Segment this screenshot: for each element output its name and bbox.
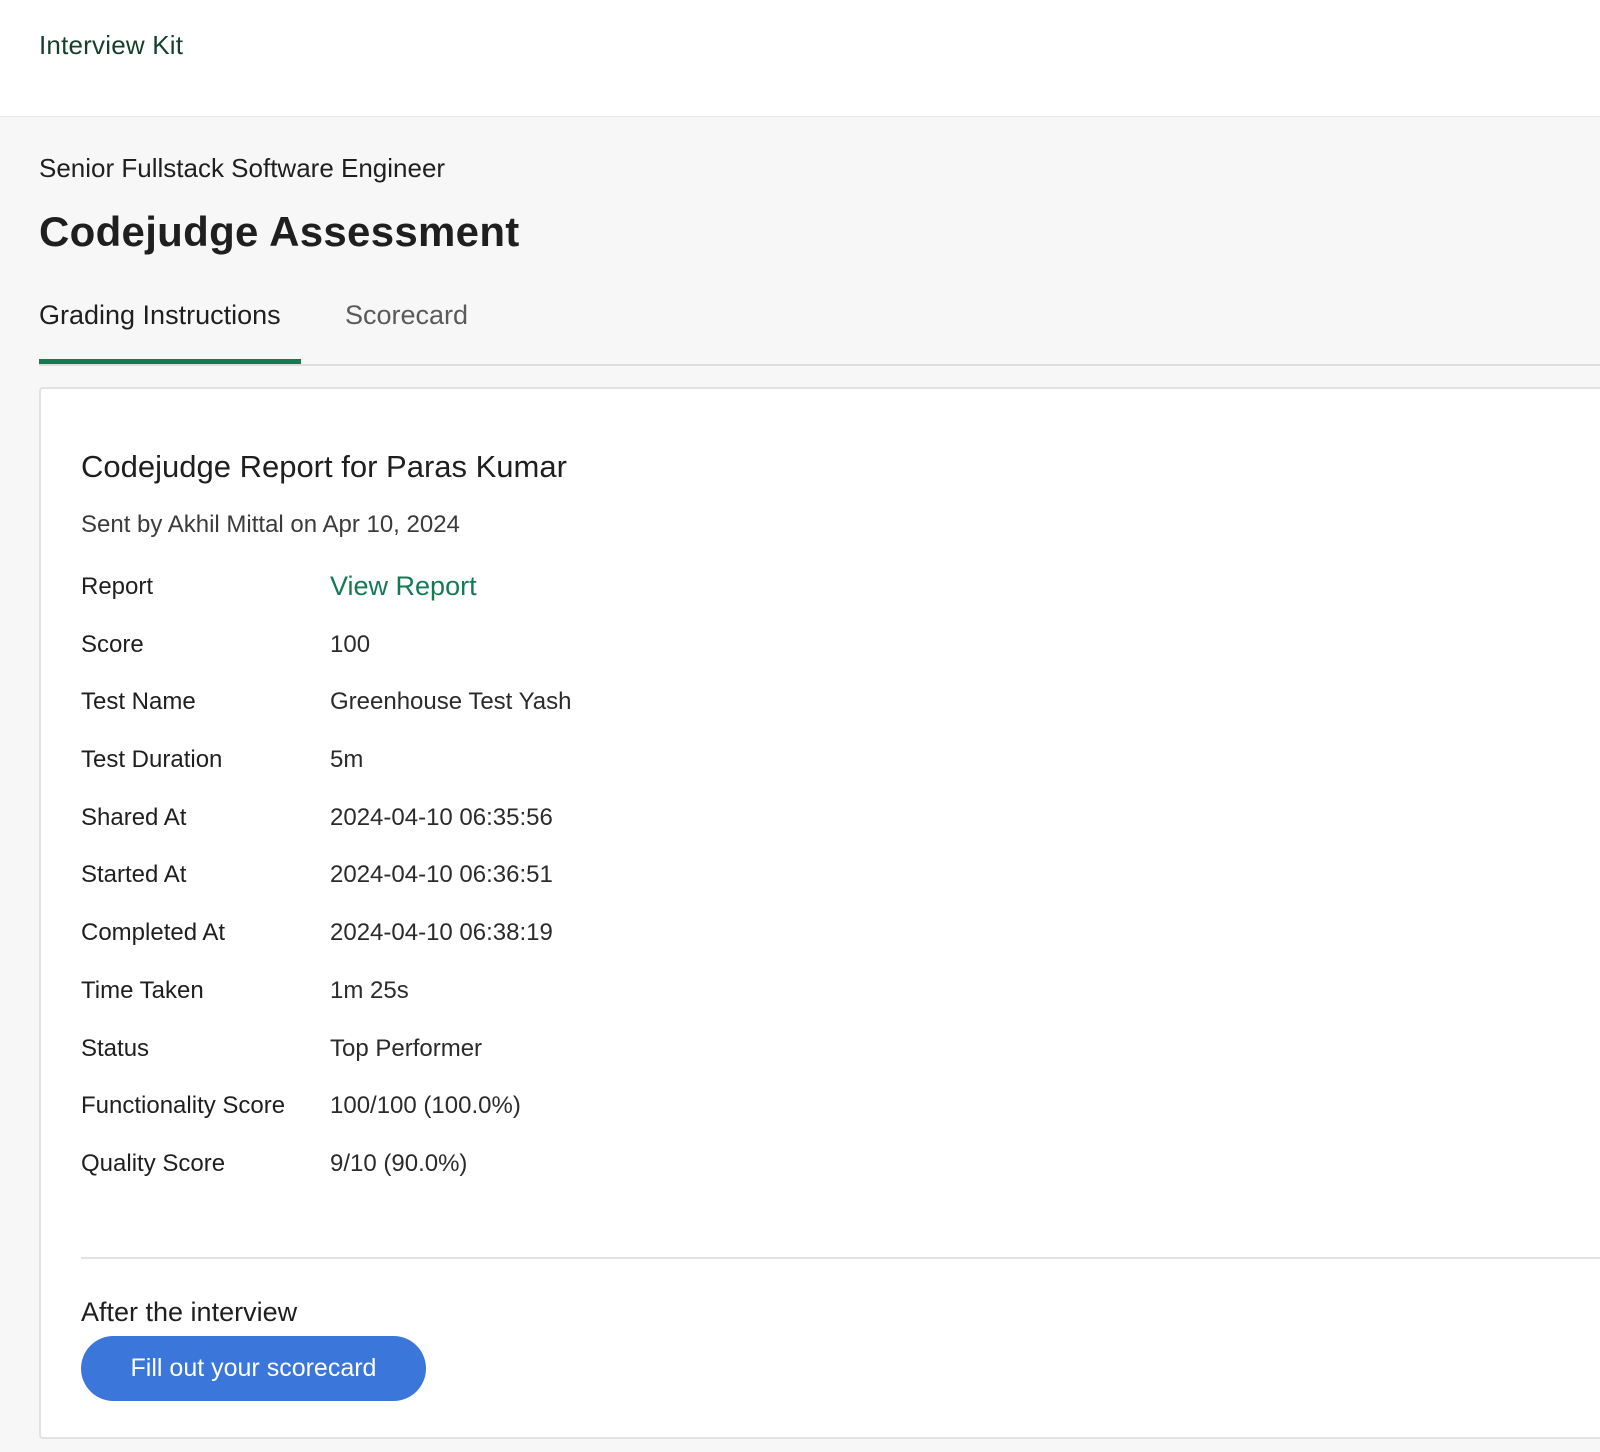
report-title: Codejudge Report for Paras Kumar (81, 449, 567, 484)
detail-row-test-name: Test Name Greenhouse Test Yash (81, 688, 781, 746)
detail-row-shared-at: Shared At 2024-04-10 06:35:56 (81, 804, 781, 862)
top-bar: Interview Kit (0, 0, 1600, 117)
detail-value: 2024-04-10 06:35:56 (330, 803, 553, 831)
detail-value: 100 (330, 630, 371, 658)
detail-label: Started At (81, 861, 187, 889)
detail-row-time-taken: Time Taken 1m 25s (81, 977, 781, 1035)
detail-value: 2024-04-10 06:38:19 (330, 919, 553, 947)
sent-by-text: Sent by Akhil Mittal on Apr 10, 2024 (81, 511, 460, 538)
tab-bar: Grading Instructions Scorecard (39, 290, 1600, 366)
detail-row-report: Report View Report (81, 571, 781, 631)
detail-value: 1m 25s (330, 976, 409, 1004)
detail-value: 2024-04-10 06:36:51 (330, 861, 553, 889)
detail-row-started-at: Started At 2024-04-10 06:36:51 (81, 861, 781, 919)
detail-row-completed-at: Completed At 2024-04-10 06:38:19 (81, 919, 781, 977)
detail-label: Shared At (81, 803, 187, 831)
detail-row-quality-score: Quality Score 9/10 (90.0%) (81, 1150, 781, 1208)
job-title: Senior Fullstack Software Engineer (39, 153, 446, 183)
detail-value: 9/10 (90.0%) (330, 1149, 468, 1177)
app-title: Interview Kit (39, 30, 184, 60)
detail-label: Test Duration (81, 746, 223, 774)
detail-label: Score (81, 630, 144, 658)
detail-label: Time Taken (81, 976, 204, 1004)
after-interview-heading: After the interview (81, 1297, 298, 1327)
detail-label: Functionality Score (81, 1092, 286, 1120)
tab-grading-instructions[interactable]: Grading Instructions (39, 300, 301, 364)
detail-label: Test Name (81, 688, 196, 716)
detail-value: 5m (330, 746, 364, 774)
detail-label: Report (81, 573, 154, 600)
detail-value: Greenhouse Test Yash (330, 688, 572, 716)
detail-label: Quality Score (81, 1149, 226, 1177)
section-divider (81, 1257, 1600, 1259)
detail-label: Status (81, 1034, 150, 1062)
detail-row-functionality-score: Functionality Score 100/100 (100.0%) (81, 1092, 781, 1150)
detail-value: Top Performer (330, 1034, 483, 1062)
view-report-link[interactable]: View Report (330, 571, 477, 602)
page-title: Codejudge Assessment (39, 208, 520, 255)
detail-row-score: Score 100 (81, 631, 781, 689)
detail-row-test-duration: Test Duration 5m (81, 746, 781, 804)
tab-scorecard[interactable]: Scorecard (345, 300, 468, 364)
report-card: Codejudge Report for Paras Kumar Sent by… (39, 387, 1600, 1439)
detail-row-status: Status Top Performer (81, 1035, 781, 1093)
detail-label: Completed At (81, 919, 226, 947)
report-details-table: Report View Report Score 100 Test Name G… (81, 571, 781, 1208)
fill-out-scorecard-button[interactable]: Fill out your scorecard (81, 1336, 426, 1401)
detail-value: 100/100 (100.0%) (330, 1092, 521, 1120)
